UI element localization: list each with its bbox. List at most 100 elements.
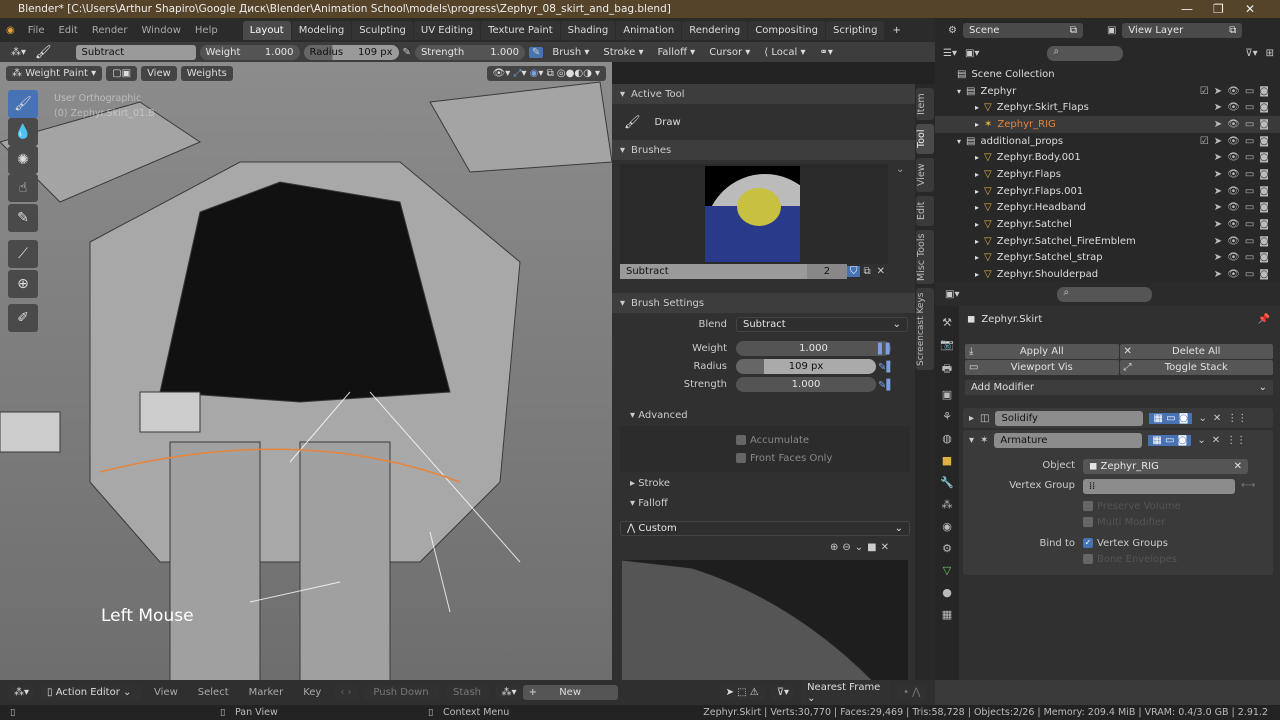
properties-search-input[interactable]: ⌕ xyxy=(1057,286,1153,302)
outliner-item[interactable]: ▸ ▽ Zephyr.Satchel_strap ➤👁▭◙ xyxy=(935,250,1280,267)
outliner-item[interactable]: ▸ ✶ Zephyr_RIG ➤👁▭◙ xyxy=(935,116,1280,133)
duplicate-icon[interactable]: ⧉ xyxy=(860,266,873,277)
tab-item[interactable]: Item xyxy=(916,88,934,120)
falloff-dropdown[interactable]: Falloff ▾ xyxy=(652,47,700,58)
armature-header[interactable]: ▾ ✶ Armature ▦ ▭ ◙ ⌄ ✕ ⋮⋮ xyxy=(963,430,1273,450)
advanced-subpanel[interactable]: ▾ Advanced xyxy=(630,410,688,421)
expand-arrow-icon[interactable]: ▸ xyxy=(975,170,979,179)
tab-shading[interactable]: Shading xyxy=(560,20,616,40)
drag-handle-icon[interactable]: ⋮⋮ xyxy=(1227,413,1247,424)
view-menu[interactable]: View xyxy=(141,65,177,81)
vertex-group-field[interactable]: ⁞⁞ xyxy=(1083,479,1235,494)
sample-weight-icon[interactable]: ✎ xyxy=(8,204,38,232)
pressure-toggle-icons[interactable]: ▌▌ ✎▌ ✎▌ xyxy=(878,341,894,395)
draw-tool-icon[interactable]: 🖌 xyxy=(8,90,38,118)
tab-modeling[interactable]: Modeling xyxy=(291,20,352,40)
front-faces-checkbox[interactable]: Front Faces Only xyxy=(736,453,832,464)
active-tool-header[interactable]: ▾ Active Tool xyxy=(612,84,915,104)
outliner-item[interactable]: ▸ ▽ Zephyr.Satchel ➤👁▭◙ xyxy=(935,216,1280,233)
visibility-icons[interactable]: ➤👁▭◙ xyxy=(1214,202,1274,213)
expand-arrow-icon[interactable]: ▸ xyxy=(975,270,979,279)
brush-settings-header[interactable]: ▾ Brush Settings xyxy=(612,293,915,313)
add-modifier-dropdown[interactable]: Add Modifier ⌄ xyxy=(965,380,1273,395)
brush-users-count[interactable]: 2 xyxy=(806,264,847,279)
visibility-icons[interactable]: ☑➤👁▭◙ xyxy=(1200,136,1274,147)
brush-list-chevron-icon[interactable]: ⌄ xyxy=(896,164,904,175)
copy-icon[interactable]: ⧉ xyxy=(1070,25,1077,36)
outliner-item[interactable]: ▸ ▽ Zephyr.Shoulderpad ➤👁▭◙ xyxy=(935,266,1280,283)
invert-icon[interactable]: ⟷ xyxy=(1241,480,1255,491)
object-field[interactable]: ◼ Zephyr_RIG ✕ xyxy=(1083,459,1248,474)
minimize-icon[interactable]: — xyxy=(1181,0,1193,18)
expand-arrow-icon[interactable]: ▾ xyxy=(957,87,961,96)
brush-name-field[interactable]: Subtract xyxy=(620,264,807,279)
expand-arrow-icon[interactable]: ▸ xyxy=(975,153,979,162)
stroke-dropdown[interactable]: Stroke ▾ xyxy=(598,47,648,58)
multi-modifier-checkbox[interactable]: Multi Modifier xyxy=(1083,517,1165,528)
modifier-name-field[interactable]: Solidify xyxy=(995,410,1144,426)
weight-slider[interactable]: 1.000 xyxy=(736,341,891,356)
clear-icon[interactable]: ✕ xyxy=(1234,461,1242,472)
drag-handle-icon[interactable]: ⋮⋮ xyxy=(1226,435,1246,446)
outliner-item[interactable]: ▾ ▤ additional_props ☑➤👁▭◙ xyxy=(935,133,1280,150)
brushes-header[interactable]: ▾ Brushes xyxy=(612,140,915,160)
expand-arrow-icon[interactable]: ▸ xyxy=(975,103,979,112)
weight-slider[interactable]: Weight 1.000 xyxy=(199,44,300,60)
particles-tab-icon[interactable]: ⁂ xyxy=(942,498,953,511)
outliner-item[interactable]: ▸ ▽ Zephyr.Flaps.001 ➤👁▭◙ xyxy=(935,183,1280,200)
apply-all-button[interactable]: ⤓ Apply All xyxy=(965,344,1119,359)
visibility-icons[interactable]: ➤👁▭◙ xyxy=(1214,102,1274,113)
render-tab-icon[interactable]: 📷 xyxy=(940,338,954,351)
radius-slider[interactable]: Radius 109 px xyxy=(303,44,399,60)
menu-help[interactable]: Help xyxy=(188,25,225,36)
outliner-item[interactable]: ▸ ▽ Zephyr.Body.001 ➤👁▭◙ xyxy=(935,149,1280,166)
modifier-name-field[interactable]: Armature xyxy=(994,432,1143,448)
chevron-down-icon[interactable]: ⌄ xyxy=(1197,435,1205,446)
fake-user-icon[interactable]: ⛉ xyxy=(846,266,861,277)
unlink-icon[interactable]: ✕ xyxy=(874,266,888,277)
brush-preview[interactable] xyxy=(620,164,888,264)
mode-dropdown[interactable]: ⁂ Weight Paint ▾ xyxy=(6,65,103,81)
tab-misc-tools[interactable]: Misc Tools xyxy=(916,230,934,284)
menu-view[interactable]: View xyxy=(147,687,185,698)
visibility-icons[interactable]: ➤👁▭◙ xyxy=(1214,152,1274,163)
remove-icon[interactable]: ✕ xyxy=(1213,413,1221,424)
visibility-icons[interactable]: ➤👁▭◙ xyxy=(1214,252,1274,263)
visibility-icons[interactable]: ➤👁▭◙ xyxy=(1214,169,1274,180)
filter-view-icon[interactable]: ▣▾ xyxy=(965,48,979,59)
output-tab-icon[interactable]: 🖶 xyxy=(942,360,952,379)
texture-tab-icon[interactable]: ▦ xyxy=(942,608,952,621)
outliner-item[interactable]: ▸ ▽ Zephyr.Satchel_FireEmblem ➤👁▭◙ xyxy=(935,233,1280,250)
falloff-curve-editor[interactable] xyxy=(622,560,908,680)
preserve-volume-checkbox[interactable]: Preserve Volume xyxy=(1083,501,1181,512)
expand-arrow-icon[interactable]: ▸ xyxy=(975,253,979,262)
filter-icon[interactable]: ⊽▾ xyxy=(1245,48,1257,59)
outliner-scene-collection[interactable]: ▤ Scene Collection xyxy=(935,66,1280,83)
strength-slider[interactable]: 1.000 xyxy=(736,377,876,392)
menu-window[interactable]: Window xyxy=(134,25,187,36)
data-tab-icon[interactable]: ▽ xyxy=(943,564,951,577)
tab-view[interactable]: View xyxy=(916,158,934,192)
falloff-preset-dropdown[interactable]: ⋀ Custom ⌄ xyxy=(620,521,910,536)
visibility-icons[interactable]: ➤👁▭◙ xyxy=(1214,186,1274,197)
expand-arrow-icon[interactable]: ▸ xyxy=(975,220,979,229)
constraints-tab-icon[interactable]: ⚙ xyxy=(942,542,952,555)
menu-select[interactable]: Select xyxy=(191,687,236,698)
tab-screencast-keys[interactable]: Screencast Keys xyxy=(916,288,934,370)
tool-tab-icon[interactable]: ⚒ xyxy=(942,316,952,329)
tab-sculpting[interactable]: Sculpting xyxy=(352,20,413,40)
outliner-item[interactable]: ▸ ▽ Zephyr.Skirt_Flaps ➤👁▭◙ xyxy=(935,99,1280,116)
material-tab-icon[interactable]: ● xyxy=(942,586,952,599)
physics-tab-icon[interactable]: ◉ xyxy=(942,520,952,533)
strength-slider[interactable]: Strength 1.000 xyxy=(414,44,525,60)
brush-name-field[interactable]: Subtract xyxy=(75,44,196,60)
push-down-button[interactable]: Push Down xyxy=(363,685,439,700)
scene-tab-icon[interactable]: ⚘ xyxy=(942,410,952,423)
pressure-icon[interactable]: ✎ xyxy=(403,47,411,58)
blend-dropdown[interactable]: Subtract ⌄ xyxy=(736,317,908,332)
world-tab-icon[interactable]: ◍ xyxy=(942,432,952,445)
view-layer-tab-icon[interactable]: ▣ xyxy=(942,388,952,401)
bind-envelopes-checkbox[interactable]: Bone Envelopes xyxy=(1083,554,1177,565)
outliner-item[interactable]: ▸ ▽ Zephyr.Headband ➤👁▭◙ xyxy=(935,200,1280,217)
falloff-subpanel[interactable]: ▾ Falloff xyxy=(630,498,668,509)
